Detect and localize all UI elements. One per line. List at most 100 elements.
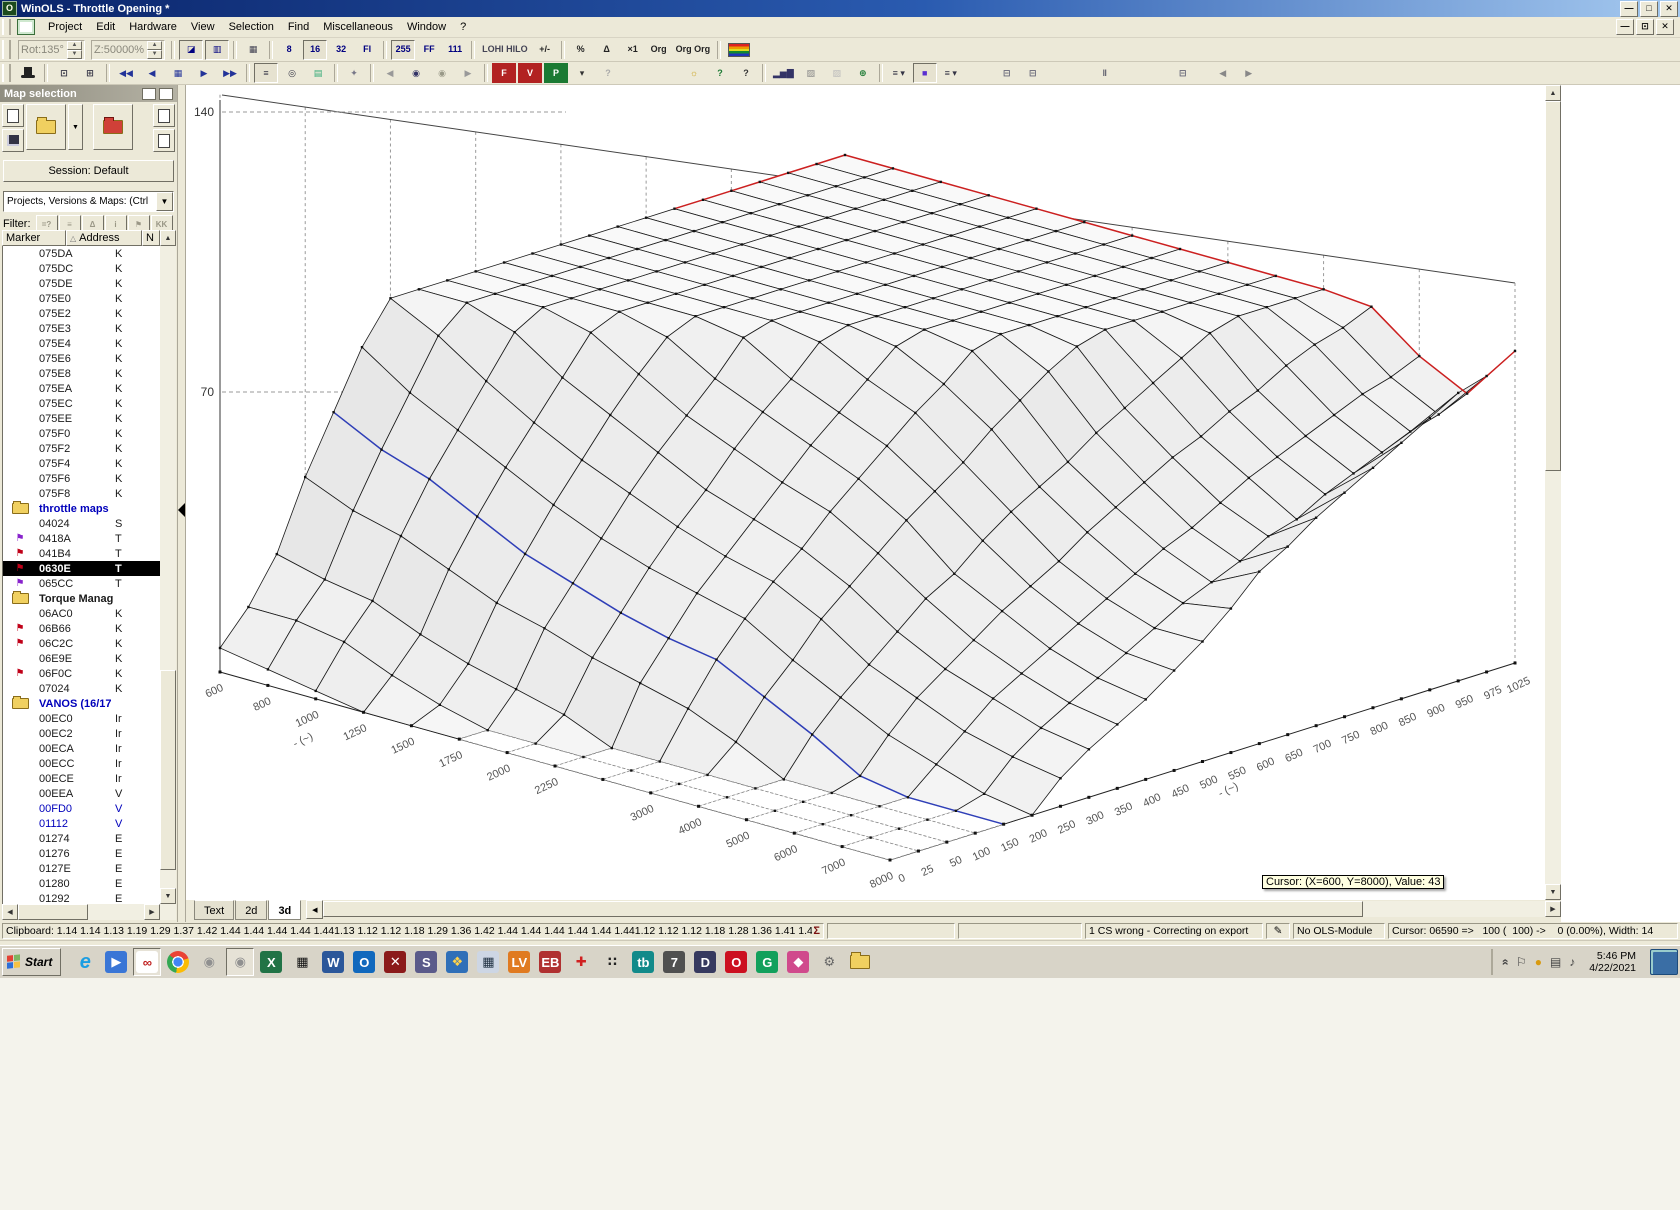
precision-float-button[interactable]: Fl <box>355 39 380 60</box>
import-data-button[interactable]: ⊕ <box>850 63 875 83</box>
map-list-row[interactable]: 075DA K <box>3 246 160 261</box>
help-topics-button[interactable]: ? <box>708 63 732 83</box>
map-list-row[interactable]: throttle maps <box>3 501 160 516</box>
network-icon[interactable]: ▤ <box>1550 955 1561 969</box>
column-header-marker[interactable]: Marker <box>2 230 66 246</box>
map-list-row[interactable]: 01276 E <box>3 846 160 861</box>
map-list-row[interactable]: ⚑ 0630E T <box>3 561 160 576</box>
menu-item-find[interactable]: Find <box>281 19 316 35</box>
arrange-windows-button[interactable]: ⊞ <box>78 63 102 83</box>
map-list-row[interactable]: ⚑ 065CC T <box>3 576 160 591</box>
word-icon[interactable]: W <box>319 948 347 976</box>
display-binary-button[interactable]: 111 <box>443 39 468 60</box>
map-list-row[interactable]: 00FD0 V <box>3 801 160 816</box>
search-open-button[interactable]: ◉ <box>430 63 454 83</box>
view-3d-surface-button[interactable]: ◪ <box>179 39 204 60</box>
tab-scroll-left-icon[interactable]: ◀ <box>306 900 324 919</box>
map-list-row[interactable]: 075F8 K <box>3 486 160 501</box>
folder-taskbar-icon[interactable] <box>846 948 874 976</box>
scroll-up-icon[interactable]: ▲ <box>1545 85 1561 101</box>
scroll-thumb[interactable] <box>1545 101 1561 471</box>
tb-app-icon[interactable]: tb <box>629 948 657 976</box>
map-list-row[interactable]: 075E2 K <box>3 306 160 321</box>
map-list-row[interactable]: 00EEA V <box>3 786 160 801</box>
seven-app-icon[interactable]: 7 <box>660 948 688 976</box>
mdi-close-button[interactable]: ✕ <box>1656 19 1674 35</box>
map-list-vscrollbar[interactable]: ▲ ▼ <box>160 230 176 904</box>
map-list-row[interactable]: 075F2 K <box>3 441 160 456</box>
scroll-down-icon[interactable]: ▼ <box>160 888 176 904</box>
discord-icon[interactable]: D <box>691 948 719 976</box>
original-view-button[interactable]: Org <box>646 39 671 60</box>
excel-icon[interactable]: X <box>257 948 285 976</box>
map-list-row[interactable]: 075E3 K <box>3 321 160 336</box>
toolbar-grip[interactable] <box>2 40 11 59</box>
precision-32bit-button[interactable]: 32 <box>329 39 354 60</box>
history-forward-button[interactable]: ▶ <box>1236 63 1261 83</box>
next-map-button[interactable]: ▶ <box>192 63 216 83</box>
map-list-row[interactable]: 00ECE Ir <box>3 771 160 786</box>
scroll-right-icon[interactable]: ▶ <box>144 904 160 920</box>
display-decimal-button[interactable]: 255 <box>391 39 416 60</box>
surface-chart-area[interactable]: 140 70 600 800 1000 1250 1500 1750 2000 2250 3000 4… <box>186 85 1545 900</box>
dominoes-icon[interactable]: ∷ <box>598 948 626 976</box>
new-map-button[interactable] <box>2 104 24 127</box>
scroll-down-icon[interactable]: ▼ <box>1545 884 1561 900</box>
opera-icon[interactable]: O <box>722 948 750 976</box>
first-map-button[interactable]: ◀◀ <box>114 63 138 83</box>
tray-expand-icon[interactable]: » <box>1498 959 1512 966</box>
map-list-row[interactable]: ⚑ 06C2C K <box>3 636 160 651</box>
history-back-button[interactable]: ◀ <box>1210 63 1235 83</box>
map-list-row[interactable]: 0127E E <box>3 861 160 876</box>
scroll-left-icon[interactable]: ◀ <box>2 904 18 920</box>
menu-item-window[interactable]: Window <box>400 19 453 35</box>
display-hex-button[interactable]: FF <box>417 39 442 60</box>
explorer-icon[interactable]: ❖ <box>443 948 471 976</box>
joystick-icon[interactable]: ✚ <box>567 948 595 976</box>
functions-button[interactable]: F <box>492 63 516 83</box>
menu-item-project[interactable]: Project <box>41 19 89 35</box>
scroll-thumb[interactable] <box>160 670 176 870</box>
axis-config-button[interactable]: ≡ ▾ <box>886 63 911 83</box>
panel-pin-button[interactable] <box>142 87 156 100</box>
menu-item-[interactable]: ? <box>453 19 473 35</box>
show-desktop-button[interactable] <box>1650 949 1678 975</box>
tab-3d[interactable]: 3d <box>268 900 302 920</box>
map-list-row[interactable]: 00EC2 Ir <box>3 726 160 741</box>
map-list-row[interactable]: 01112 V <box>3 816 160 831</box>
tip-of-day-button[interactable]: ☼ <box>682 63 706 83</box>
statistics-button[interactable]: ▂▅▇ <box>770 63 797 83</box>
chevron-down-icon[interactable]: ▼ <box>156 192 173 211</box>
tile-cascade-button[interactable]: ⊟ <box>1170 63 1195 83</box>
map-list-row[interactable]: 075DE K <box>3 276 160 291</box>
minimize-button[interactable]: — <box>1620 0 1638 17</box>
rotation-spinner-icons[interactable]: ▲ ▼ <box>66 40 82 59</box>
mdi-restore-button[interactable]: ⊡ <box>1636 19 1654 35</box>
wizard-hat-button[interactable] <box>16 63 40 83</box>
map-list-row[interactable]: VANOS (16/17 <box>3 696 160 711</box>
projects-button[interactable]: P <box>544 63 568 83</box>
factor-view-button[interactable]: ×1 <box>620 39 645 60</box>
row-config-button[interactable]: ≡ ▾ <box>938 63 963 83</box>
pause-updates-button[interactable]: ‖ <box>1092 63 1117 83</box>
menu-item-edit[interactable]: Edit <box>89 19 122 35</box>
tuning-tool-icon[interactable]: ◉ <box>195 948 223 976</box>
fill-color-button[interactable]: ■ <box>912 63 937 83</box>
s-app-icon[interactable]: S <box>412 948 440 976</box>
preview-search-button[interactable]: ◎ <box>280 63 304 83</box>
map-list-row[interactable]: 06AC0 K <box>3 606 160 621</box>
picture-fade-button[interactable]: ▨ <box>824 63 849 83</box>
map-list-row[interactable]: 075F4 K <box>3 456 160 471</box>
map-list-row[interactable]: 075E8 K <box>3 366 160 381</box>
close-button[interactable]: ✕ <box>1660 0 1678 17</box>
flag-icon[interactable]: ⚐ <box>1516 955 1527 969</box>
scroll-thumb[interactable] <box>18 904 88 920</box>
maximize-button[interactable]: □ <box>1640 0 1658 17</box>
new-window-button[interactable]: ⊡ <box>52 63 76 83</box>
mdi-minimize-button[interactable]: — <box>1616 19 1634 35</box>
wrench-icon[interactable]: ⚙ <box>815 948 843 976</box>
difference-view-button[interactable]: Δ <box>594 39 619 60</box>
tab-2d[interactable]: 2d <box>235 900 268 920</box>
panel-splitter[interactable] <box>178 85 186 922</box>
map-list-hscrollbar[interactable]: ◀ ▶ <box>2 904 176 920</box>
